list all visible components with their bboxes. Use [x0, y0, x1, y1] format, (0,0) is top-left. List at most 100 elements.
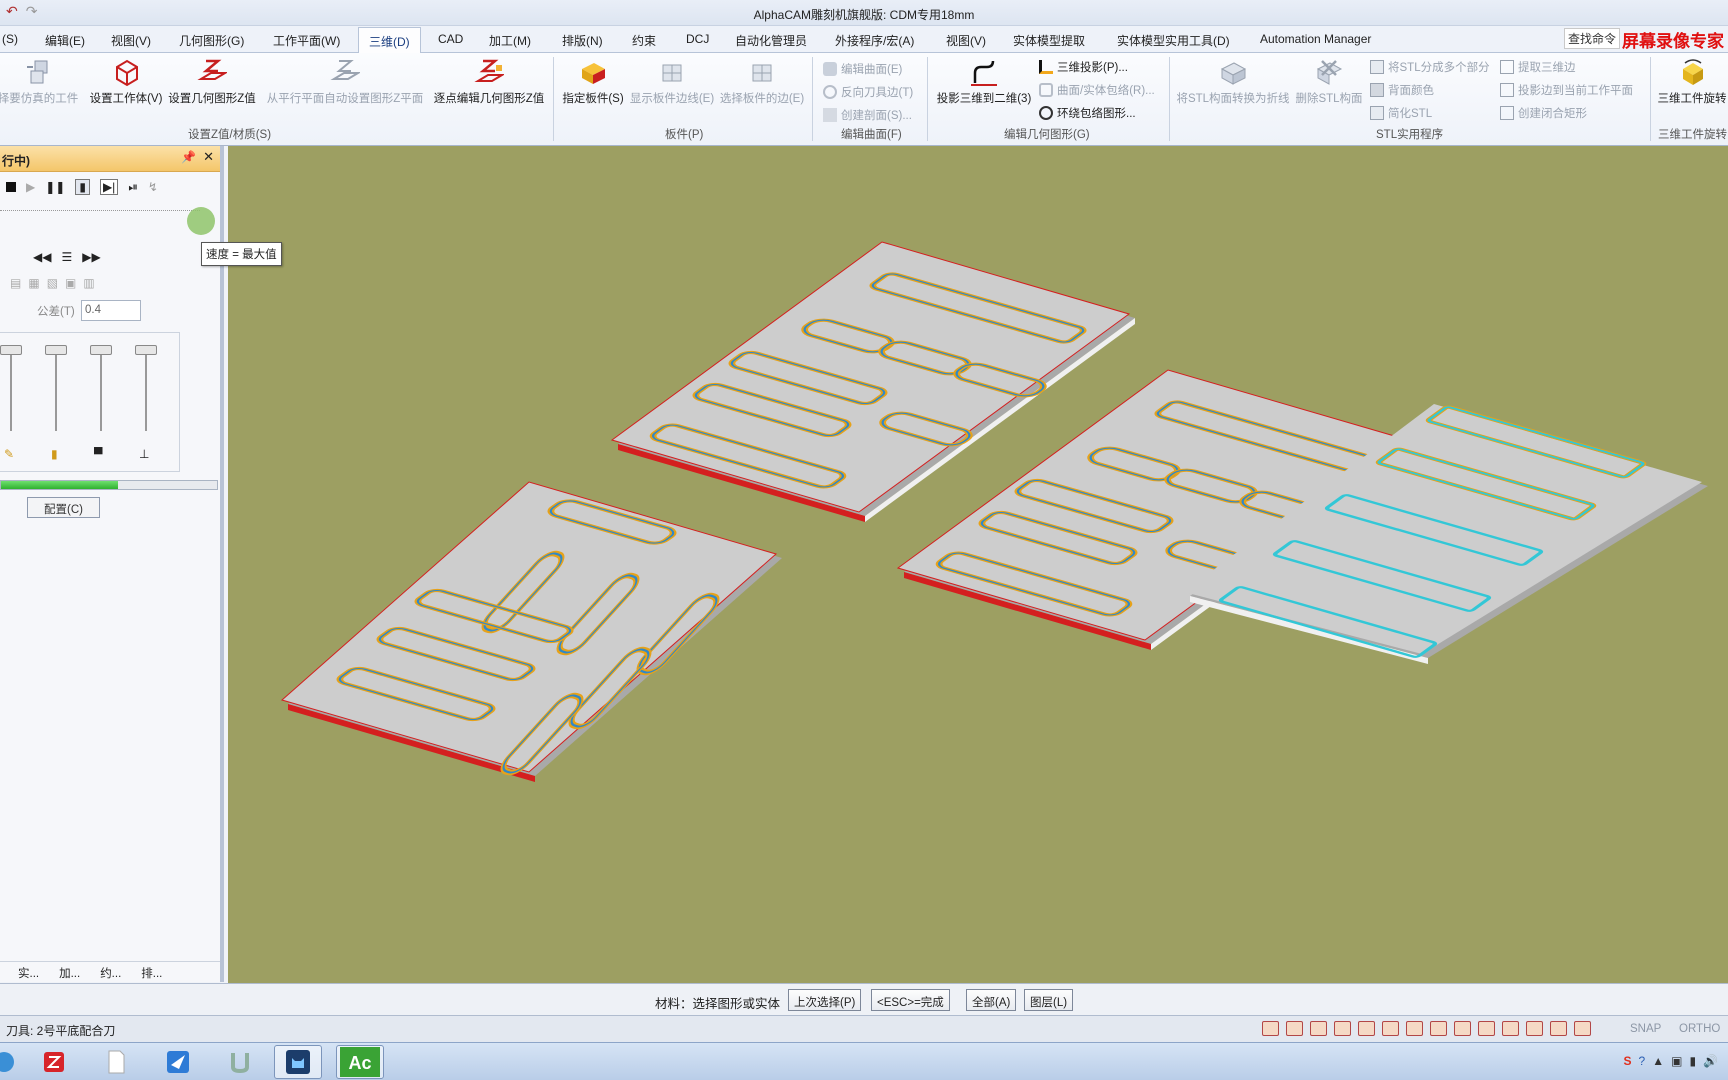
- esc-done-button[interactable]: <ESC>=完成: [871, 989, 950, 1011]
- project-3d-to-2d-button[interactable]: 投影三维到二维(3): [932, 53, 1036, 106]
- tab-automation-admin[interactable]: 自动化管理员: [727, 30, 815, 51]
- reverse-tool-side-button[interactable]: 反向刀具边(T): [823, 84, 913, 100]
- panel-tab-solid[interactable]: 实...: [0, 965, 39, 981]
- step-icon[interactable]: ▶|: [99, 179, 119, 195]
- taskbar-cad-app-icon[interactable]: [30, 1045, 78, 1079]
- tab-geometry[interactable]: 几何图形(G): [171, 30, 252, 51]
- tool-view-icon[interactable]: ▮: [75, 179, 90, 195]
- snap-toggle[interactable]: SNAP: [1630, 1023, 1661, 1035]
- select-all-button[interactable]: 全部(A): [966, 989, 1017, 1011]
- panel-tab-constraint[interactable]: 约...: [86, 965, 121, 981]
- tab-constraint[interactable]: 约束: [624, 30, 664, 51]
- point-edit-z-button[interactable]: 逐点编辑几何图形Z值: [430, 53, 548, 106]
- speed-slider-track[interactable]: [0, 210, 200, 211]
- tab-3d[interactable]: 三维(D): [358, 27, 421, 56]
- play-icon[interactable]: ▶: [26, 180, 35, 194]
- ortho-toggle[interactable]: ORTHO: [1679, 1023, 1720, 1035]
- 3d-viewport[interactable]: [228, 146, 1728, 983]
- sheet-c[interactable]: [280, 481, 782, 782]
- simplify-stl-button[interactable]: 简化STL: [1370, 105, 1432, 121]
- network-icon[interactable]: ▮: [1689, 1054, 1696, 1068]
- slider-knob[interactable]: [135, 345, 157, 355]
- project-edges-button[interactable]: 投影边到当前工作平面: [1500, 82, 1633, 98]
- taskbar-alphacam-icon[interactable]: Ac: [336, 1045, 384, 1079]
- view-top-icon[interactable]: [1406, 1021, 1423, 1036]
- taskbar-bird-app-icon[interactable]: [154, 1045, 202, 1079]
- extract-3d-edges-button[interactable]: 提取三维边: [1500, 59, 1576, 75]
- slider-3[interactable]: [90, 345, 112, 431]
- taskbar-document-icon[interactable]: [92, 1045, 140, 1079]
- tab-file[interactable]: (S): [0, 30, 26, 48]
- volume-icon[interactable]: 🔊: [1703, 1054, 1718, 1068]
- wrap-geometry-button[interactable]: 环绕包络图形...: [1039, 105, 1136, 121]
- tab-view[interactable]: 视图(V): [103, 30, 159, 51]
- view-back-icon[interactable]: [1502, 1021, 1519, 1036]
- export-icon[interactable]: ▥: [83, 276, 94, 290]
- copy-icon[interactable]: ▧: [47, 276, 58, 290]
- create-closed-rect-button[interactable]: 创建闭合矩形: [1500, 105, 1587, 121]
- simulation-scene[interactable]: [228, 146, 1728, 983]
- slider-1[interactable]: [0, 345, 22, 431]
- slider-2[interactable]: [45, 345, 67, 431]
- rewind-icon[interactable]: ◀◀: [33, 250, 51, 264]
- create-section-button[interactable]: 创建剖面(S)...: [823, 107, 912, 123]
- fast-forward-icon[interactable]: ▶▶: [82, 250, 100, 264]
- slider-knob[interactable]: [90, 345, 112, 355]
- ime-icon[interactable]: S: [1624, 1054, 1632, 1068]
- search-command-input[interactable]: 查找命令: [1563, 28, 1620, 49]
- save-icon[interactable]: ▣: [65, 276, 76, 290]
- slider-4[interactable]: [135, 345, 157, 431]
- help-icon[interactable]: ?: [1639, 1054, 1646, 1068]
- show-sheet-edges-button[interactable]: 显示板件边线(E): [628, 53, 716, 106]
- tray-expand-icon[interactable]: ▲: [1652, 1054, 1664, 1068]
- projection-3d-button[interactable]: 三维投影(P)...: [1039, 59, 1128, 75]
- pin-icon[interactable]: 📌: [181, 150, 196, 164]
- edit-surface-button[interactable]: 编辑曲面(E): [823, 61, 902, 77]
- delete-stl-button[interactable]: 删除STL构面: [1294, 53, 1364, 106]
- cut-icon[interactable]: ⏯: [128, 180, 138, 195]
- assign-sheet-button[interactable]: 指定板件(S): [560, 53, 626, 106]
- axis-z-icon[interactable]: [1382, 1021, 1399, 1036]
- close-icon[interactable]: ✕: [203, 149, 214, 165]
- tab-edit[interactable]: 编辑(E): [37, 30, 93, 51]
- set-workpiece-button[interactable]: 设置工作体(V): [86, 53, 166, 106]
- stl-to-polyline-button[interactable]: 将STL构面转换为折线: [1174, 53, 1292, 106]
- set-geometry-z-button[interactable]: 设置几何图形Z值: [166, 53, 258, 106]
- split-stl-button[interactable]: 将STL分成多个部分: [1370, 59, 1490, 75]
- layer-button[interactable]: 图层(L): [1024, 989, 1074, 1011]
- list-icon[interactable]: ☰: [61, 250, 72, 264]
- view-right-icon[interactable]: [1454, 1021, 1471, 1036]
- slider-knob[interactable]: [0, 345, 22, 355]
- sim-workpiece-button[interactable]: 择要仿真的工件: [0, 53, 84, 106]
- tab-workplane[interactable]: 工作平面(W): [265, 30, 348, 51]
- view-iso-icon[interactable]: [1262, 1021, 1279, 1036]
- axis-icon[interactable]: [1334, 1021, 1351, 1036]
- tab-machine[interactable]: 加工(M): [481, 30, 539, 51]
- rotate-workpiece-button[interactable]: 三维工件旋转: [1652, 53, 1728, 106]
- auto-plane-z-button[interactable]: 从平行平面自动设置图形Z平面: [262, 53, 428, 106]
- device-icon[interactable]: ▣: [1671, 1054, 1682, 1068]
- view-zoom-icon[interactable]: [1310, 1021, 1327, 1036]
- redraw-icon[interactable]: [1574, 1021, 1591, 1036]
- tolerance-input[interactable]: 0.4: [81, 300, 141, 321]
- select-sheet-edges-button[interactable]: 选择板件的边(E): [718, 53, 806, 106]
- surface-wrap-button[interactable]: 曲面/实体包络(R)...: [1039, 82, 1155, 98]
- pause-icon[interactable]: ❚❚: [45, 180, 65, 194]
- tab-automation-manager[interactable]: Automation Manager: [1252, 30, 1379, 48]
- speed-slider-handle[interactable]: [187, 207, 215, 235]
- last-selection-button[interactable]: 上次选择(P): [788, 989, 862, 1011]
- config-button[interactable]: 配置(C): [27, 497, 100, 518]
- panel-tab-nesting[interactable]: 排...: [127, 965, 162, 981]
- view-bottom-icon[interactable]: [1526, 1021, 1543, 1036]
- tab-solid-extract[interactable]: 实体模型提取: [1005, 30, 1093, 51]
- tab-dcj[interactable]: DCJ: [678, 30, 717, 48]
- tab-solid-utils[interactable]: 实体模型实用工具(D): [1109, 30, 1238, 51]
- view-3d-icon[interactable]: [1286, 1021, 1303, 1036]
- view-front-icon[interactable]: [1430, 1021, 1447, 1036]
- panel-tab-machining[interactable]: 加...: [45, 965, 80, 981]
- folder-icon[interactable]: ▦: [28, 276, 39, 290]
- back-color-button[interactable]: 背面颜色: [1370, 82, 1434, 98]
- stop-icon[interactable]: [6, 182, 16, 192]
- tab-addins[interactable]: 外接程序/宏(A): [827, 30, 922, 51]
- tab-nesting[interactable]: 排版(N): [554, 30, 611, 51]
